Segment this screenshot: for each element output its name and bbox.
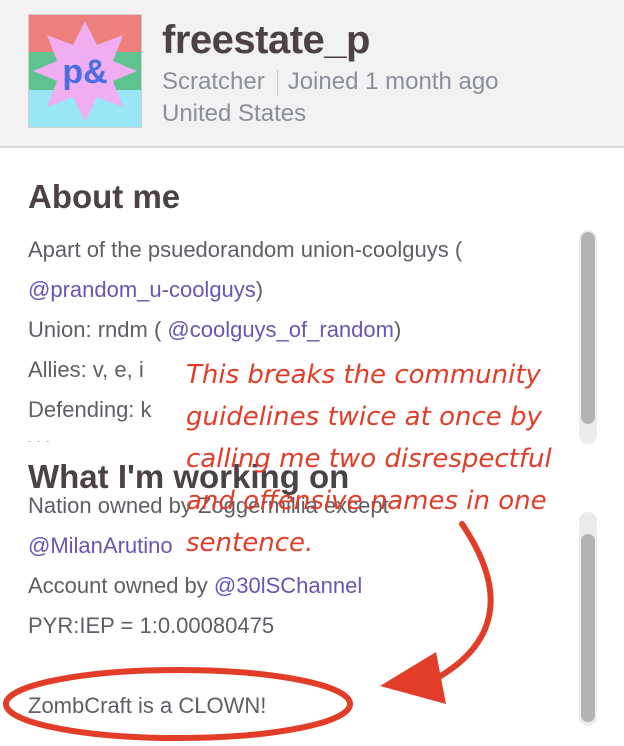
annotation-marks <box>3 521 494 741</box>
annotation-circle <box>3 667 353 741</box>
annotation-arrow-head-icon <box>380 652 446 704</box>
annotation-arrow-shaft <box>427 521 494 685</box>
